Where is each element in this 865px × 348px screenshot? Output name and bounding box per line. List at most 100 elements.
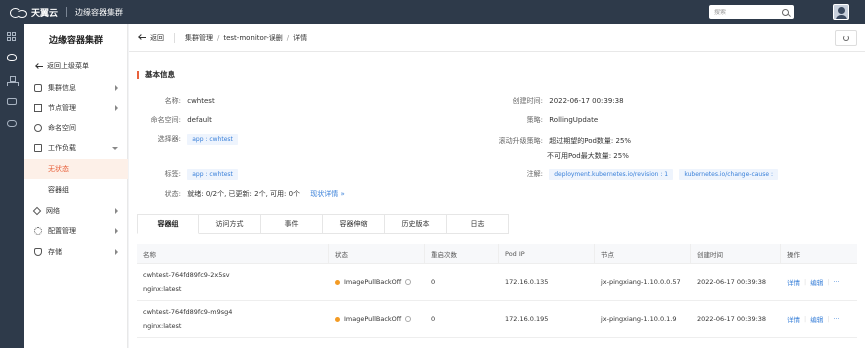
column-header-status: 状态 <box>329 243 425 264</box>
pod-status-cell: ImagePullBackOff <box>329 301 425 338</box>
field-label: 选择器: <box>157 135 181 143</box>
monitor-icon[interactable] <box>7 98 17 105</box>
icon-rail <box>0 24 24 348</box>
pod-status: ImagePullBackOff <box>344 315 402 323</box>
detail-tabs: 容器组 访问方式 事件 容器伸缩 历史版本 日志 <box>137 214 509 234</box>
breadcrumb-cluster[interactable]: test-monitor-误删 <box>223 33 282 43</box>
detail-link[interactable]: 详情 <box>787 277 800 287</box>
sidebar-item-storage[interactable]: 存储 <box>24 242 128 262</box>
field-status: 状态: 就绪: 0/2个, 已更新: 2个, 可用: 0个 现状详情 » <box>137 189 345 199</box>
sidebar-subitem-pods[interactable]: 容器组 <box>24 180 128 200</box>
warning-dot-icon <box>335 279 340 285</box>
field-value: 不可用Pod最大数量: 25% <box>547 152 629 160</box>
column-header-restarts: 重启次数 <box>425 243 499 264</box>
edit-link[interactable]: 编辑 <box>810 314 823 324</box>
back-button[interactable]: 返回 <box>139 33 164 43</box>
annotation-tag: kubernetes.io/change-cause : <box>679 169 778 180</box>
more-icon[interactable]: ··· <box>833 278 839 286</box>
divider <box>174 32 175 43</box>
sidebar-item-label: 命名空间 <box>48 124 76 132</box>
tab-events[interactable]: 事件 <box>261 214 323 234</box>
tab-scaling[interactable]: 容器伸缩 <box>323 214 385 234</box>
pod-name: cwhtest-764fd89fc9-2x5sv <box>143 271 230 279</box>
column-header-name: 名称 <box>137 243 329 264</box>
pod-name-cell: cwhtest-764fd89fc9-2x5sv nginx:latest <box>137 264 329 301</box>
arrow-left-icon <box>36 64 43 69</box>
network-icon[interactable] <box>7 76 19 86</box>
sidebar-item-label: 网络 <box>46 207 60 215</box>
column-header-pod-ip: Pod IP <box>499 243 595 264</box>
sidebar-item-namespace[interactable]: 命名空间 <box>24 118 128 138</box>
field-annotations: 注解: deployment.kubernetes.io/revision : … <box>491 169 778 180</box>
field-label: 命名空间: <box>150 116 181 124</box>
sidebar-subitem-stateless[interactable]: 无状态 <box>24 159 128 179</box>
tab-access[interactable]: 访问方式 <box>199 214 261 234</box>
section-title-text: 基本信息 <box>145 70 175 79</box>
status-detail-link[interactable]: 现状详情 » <box>310 190 345 198</box>
label-tag: app : cwhtest <box>187 169 238 180</box>
field-strategy: 策略: RollingUpdate <box>491 115 599 125</box>
sidebar-item-label: 节点管理 <box>48 104 76 112</box>
field-value: 就绪: 0/2个, 已更新: 2个, 可用: 0个 <box>187 190 301 198</box>
field-rolling-update: 滚动升级策略: 超过期望的Pod数量: 25% <box>491 136 631 146</box>
sidebar: 边缘容器集群 返回上级菜单 集群信息 节点管理 命名空间 工作负载 无状态 容器… <box>24 24 128 348</box>
storage-icon <box>34 248 42 256</box>
field-value: 2022-06-17 00:39:38 <box>549 97 624 105</box>
search-input[interactable] <box>714 8 774 16</box>
field-value: default <box>187 116 212 124</box>
chevron-right-icon <box>115 249 118 255</box>
pod-image: nginx:latest <box>143 322 182 330</box>
breadcrumb-cluster-mgmt[interactable]: 集群管理 <box>185 33 213 43</box>
sidebar-item-cluster-info[interactable]: 集群信息 <box>24 78 128 98</box>
info-icon[interactable] <box>405 279 412 285</box>
detail-panel: 基本信息 名称: cwhtest 命名空间: default 选择器: app … <box>129 52 865 348</box>
field-label: 注解: <box>526 170 543 178</box>
user-avatar[interactable] <box>833 4 849 20</box>
tab-pods[interactable]: 容器组 <box>137 214 199 234</box>
sidebar-item-network[interactable]: 网络 <box>24 201 128 221</box>
top-navbar: 天翼云 边缘容器集群 <box>0 0 865 24</box>
pod-created: 2022-06-17 00:39:38 <box>697 278 767 286</box>
cloud-icon[interactable] <box>7 54 17 61</box>
breadcrumb-separator: / <box>286 33 290 42</box>
field-selector: 选择器: app : cwhtest <box>137 134 238 145</box>
pod-actions: 详情 | 编辑 | ··· <box>781 301 857 338</box>
tab-history[interactable]: 历史版本 <box>385 214 447 234</box>
storage-icon[interactable] <box>7 120 17 127</box>
pod-status-cell: ImagePullBackOff <box>329 264 425 301</box>
field-label: 名称: <box>164 97 181 105</box>
divider <box>66 7 68 17</box>
sidebar-item-config[interactable]: 配置管理 <box>24 221 128 241</box>
brand-logo[interactable]: 天翼云 <box>8 6 58 19</box>
pod-name-cell: cwhtest-764fd89fc9-m9sg4 nginx:latest <box>137 301 329 338</box>
refresh-button[interactable] <box>835 30 857 46</box>
namespace-icon <box>34 124 42 132</box>
table-row: cwhtest-764fd89fc9-2x5sv nginx:latest Im… <box>137 264 857 301</box>
config-icon <box>34 227 42 235</box>
edit-link[interactable]: 编辑 <box>810 277 823 287</box>
tab-logs[interactable]: 日志 <box>447 214 509 234</box>
column-header-actions: 操作 <box>787 250 800 259</box>
pod-actions: 详情 | 编辑 | ··· <box>781 264 857 301</box>
search-icon[interactable] <box>782 8 789 16</box>
search-box[interactable] <box>709 5 794 19</box>
cluster-icon <box>34 84 42 92</box>
sidebar-item-label: 工作负载 <box>48 144 76 152</box>
pod-name: cwhtest-764fd89fc9-m9sg4 <box>143 308 233 316</box>
sidebar-title: 边缘容器集群 <box>48 36 103 46</box>
breadcrumb-separator: / <box>217 33 220 42</box>
sidebar-item-workload[interactable]: 工作负载 <box>24 138 128 158</box>
field-namespace: 命名空间: default <box>137 115 212 125</box>
grid-icon[interactable] <box>7 32 17 42</box>
field-labels: 标签: app : cwhtest <box>137 169 238 180</box>
detail-link[interactable]: 详情 <box>787 314 800 324</box>
info-icon[interactable] <box>405 316 412 322</box>
pod-ip: 172.16.0.135 <box>505 278 549 286</box>
annotation-tag: deployment.kubernetes.io/revision : 1 <box>549 169 674 180</box>
sidebar-item-node-mgmt[interactable]: 节点管理 <box>24 98 128 118</box>
back-to-parent-menu[interactable]: 返回上级菜单 <box>36 61 89 71</box>
more-icon[interactable]: ··· <box>833 315 839 323</box>
field-label: 标签: <box>164 170 181 178</box>
sidebar-subitem-label: 容器组 <box>48 186 69 194</box>
chevron-right-icon <box>115 105 118 111</box>
